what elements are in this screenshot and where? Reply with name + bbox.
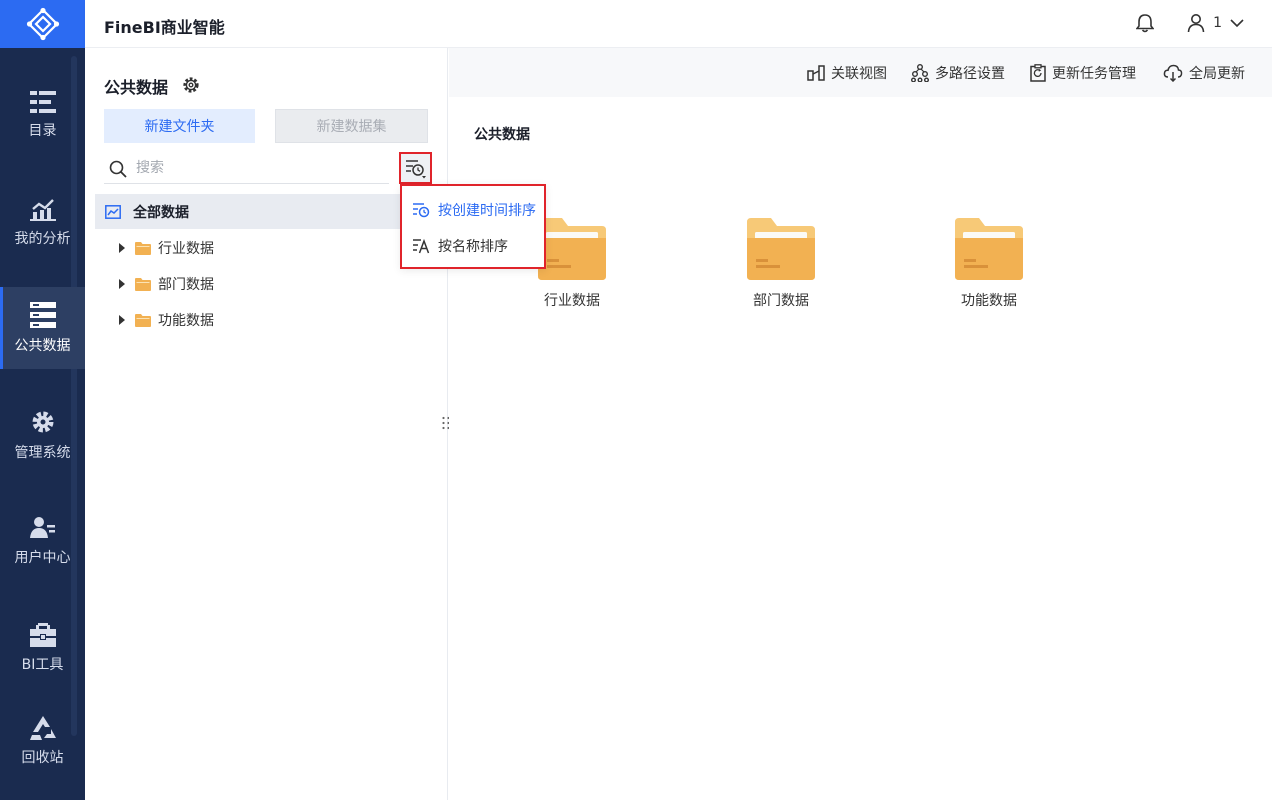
rail-item-label: 我的分析 xyxy=(14,230,71,247)
tree-root-all-data[interactable]: 全部数据 xyxy=(95,194,440,229)
rail-item-label: 回收站 xyxy=(21,749,64,766)
sort-by-created-time[interactable]: 按创建时间排序 xyxy=(408,193,542,227)
dashboard-icon xyxy=(105,204,121,219)
main-content: 关联视图 多路径设置 更新任务管理 全局更新 公共数据 行业数据 部门数据 功能… xyxy=(449,48,1272,800)
user-icon xyxy=(1187,14,1205,33)
caret-right-icon[interactable] xyxy=(119,279,125,289)
sort-time-icon xyxy=(413,203,430,218)
rail-item-catalog[interactable]: 目录 xyxy=(0,74,85,156)
toolbar: 关联视图 多路径设置 更新任务管理 全局更新 xyxy=(449,48,1272,97)
logo[interactable] xyxy=(0,0,85,48)
gear-icon xyxy=(32,411,53,432)
multi-path-icon xyxy=(911,64,929,82)
sort-option-label: 按名称排序 xyxy=(438,239,508,255)
multi-path-button[interactable]: 多路径设置 xyxy=(911,63,1005,83)
rail-item-recycle-bin[interactable]: 回收站 xyxy=(0,700,85,782)
folder-icon xyxy=(135,313,151,327)
tree-root-label: 全部数据 xyxy=(133,204,189,221)
clipboard-refresh-icon xyxy=(1030,64,1046,82)
rail-item-public-data[interactable]: 公共数据 xyxy=(0,287,85,369)
caret-right-icon[interactable] xyxy=(119,243,125,253)
rail-item-admin[interactable]: 管理系统 xyxy=(0,394,85,476)
user-menu[interactable]: 1 xyxy=(1187,13,1244,33)
app-title: FineBI商业智能 xyxy=(104,18,225,37)
catalog-icon xyxy=(29,90,56,113)
left-panel: 公共数据 新建文件夹 新建数据集 搜索 全部数据 行业数据 部门数据 功能数据 … xyxy=(85,48,546,800)
tree-node-department[interactable]: 部门数据 xyxy=(119,270,214,298)
sort-by-name[interactable]: 按名称排序 xyxy=(408,229,542,263)
sort-name-icon xyxy=(413,238,430,254)
update-task-button[interactable]: 更新任务管理 xyxy=(1030,63,1136,83)
cloud-update-icon xyxy=(1163,64,1183,82)
rail-item-user-center[interactable]: 用户中心 xyxy=(0,500,85,582)
rail-item-label: 管理系统 xyxy=(14,444,71,461)
folder-icon xyxy=(135,277,151,291)
folder-icon xyxy=(955,218,1023,280)
relation-view-label: 关联视图 xyxy=(831,66,887,82)
update-task-label: 更新任务管理 xyxy=(1052,66,1136,82)
rail-item-label: 公共数据 xyxy=(14,337,71,354)
rail-item-label: 用户中心 xyxy=(14,549,71,566)
chart-icon xyxy=(29,198,56,221)
logo-icon xyxy=(26,7,59,41)
global-update-label: 全局更新 xyxy=(1189,66,1245,82)
tree-node-label: 行业数据 xyxy=(158,241,214,257)
tree-node-function[interactable]: 功能数据 xyxy=(119,306,214,334)
rail-item-label: BI工具 xyxy=(21,656,64,673)
user-name: 1 xyxy=(1213,15,1222,31)
rail-item-label: 目录 xyxy=(28,122,57,139)
panel-title: 公共数据 xyxy=(104,78,169,97)
caret-right-icon[interactable] xyxy=(119,315,125,325)
sort-button[interactable] xyxy=(399,152,432,184)
sort-option-label: 按创建时间排序 xyxy=(438,203,536,219)
relation-view-icon xyxy=(807,65,825,81)
relation-view-button[interactable]: 关联视图 xyxy=(807,63,887,83)
folder-name: 功能数据 xyxy=(961,293,1017,309)
sort-dropdown: 按创建时间排序 按名称排序 xyxy=(400,184,546,269)
database-icon xyxy=(29,301,56,328)
user-card-icon xyxy=(29,516,55,538)
chevron-down-icon xyxy=(1230,19,1244,28)
global-update-button[interactable]: 全局更新 xyxy=(1163,63,1245,83)
folder-name: 部门数据 xyxy=(753,293,809,309)
sort-time-icon xyxy=(405,160,426,179)
tree-node-label: 部门数据 xyxy=(158,277,214,293)
rail-item-my-analysis[interactable]: 我的分析 xyxy=(0,181,85,263)
gear-icon xyxy=(183,77,199,93)
notification-button[interactable] xyxy=(1135,13,1155,37)
recycle-icon xyxy=(29,715,56,740)
app-root: 目录 我的分析 公共数据 管理系统 用户中心 BI工具 回收站 FineBI商业… xyxy=(0,0,1272,800)
folder-icon xyxy=(747,218,815,280)
folder-name: 行业数据 xyxy=(544,293,600,309)
rail-item-bi-tools[interactable]: BI工具 xyxy=(0,607,85,689)
nav-rail: 目录 我的分析 公共数据 管理系统 用户中心 BI工具 回收站 xyxy=(0,0,85,800)
folder-card-department[interactable]: 部门数据 xyxy=(721,218,841,318)
multi-path-label: 多路径设置 xyxy=(935,66,1005,82)
top-header: FineBI商业智能 1 xyxy=(85,0,1272,48)
search-icon xyxy=(109,160,127,178)
search-box xyxy=(104,152,389,184)
tree-node-label: 功能数据 xyxy=(158,313,214,329)
folder-icon xyxy=(135,241,151,255)
panel-settings-button[interactable] xyxy=(182,76,200,98)
new-dataset-button[interactable]: 新建数据集 xyxy=(275,109,428,143)
section-title: 公共数据 xyxy=(474,127,530,143)
toolbox-icon xyxy=(29,622,56,647)
new-folder-button[interactable]: 新建文件夹 xyxy=(104,109,255,143)
tree-node-industry[interactable]: 行业数据 xyxy=(119,234,214,262)
bell-icon xyxy=(1135,14,1155,33)
search-input[interactable] xyxy=(136,156,376,180)
folder-card-function[interactable]: 功能数据 xyxy=(929,218,1049,318)
folder-icon xyxy=(538,218,606,280)
